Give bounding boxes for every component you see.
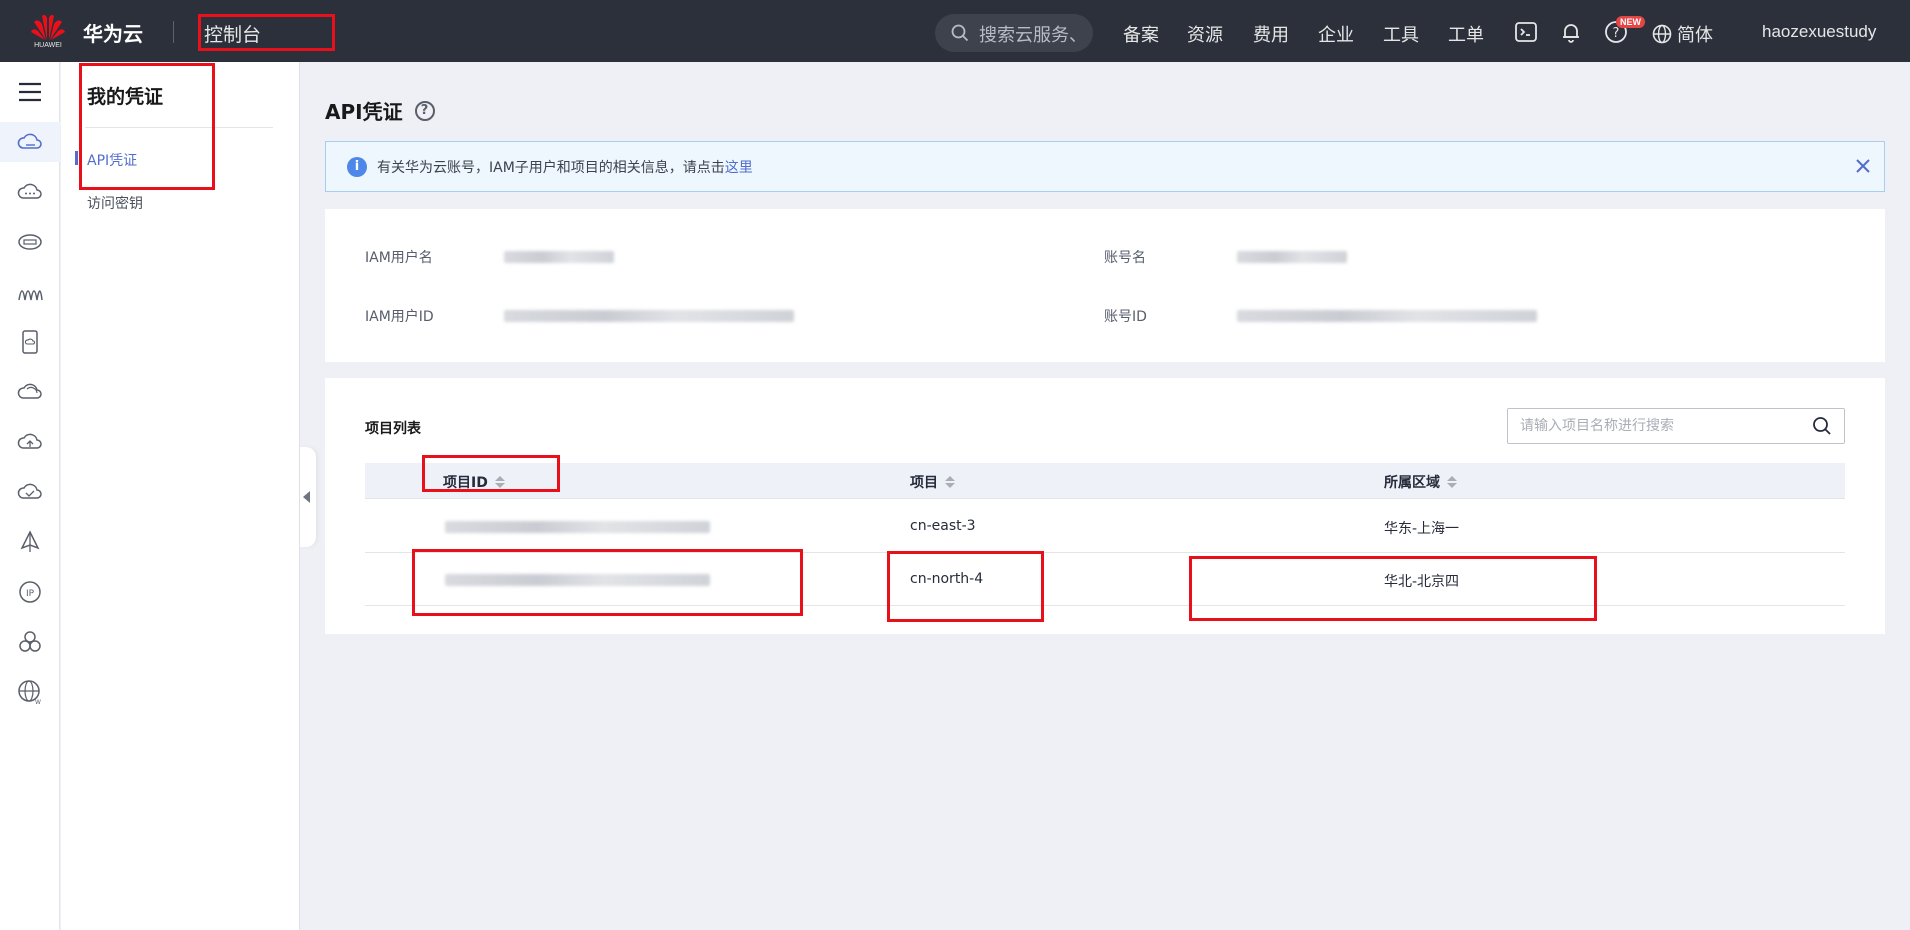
project-region: 华东-上海一	[1384, 521, 1460, 537]
global-search[interactable]: 搜索云服务、	[935, 14, 1093, 52]
search-icon	[951, 24, 969, 42]
cloud-refresh-icon	[17, 383, 42, 399]
globe-icon	[1652, 24, 1672, 44]
nav-tools[interactable]: 工具	[1383, 21, 1419, 47]
page-title: API凭证 ?	[325, 96, 435, 125]
rail-item-4[interactable]	[0, 272, 60, 312]
cloud-check-icon	[17, 483, 42, 499]
info-link[interactable]: 这里	[725, 160, 753, 176]
nav-filing[interactable]: 备案	[1123, 21, 1159, 47]
nav-billing[interactable]: 费用	[1253, 21, 1289, 47]
annotation-box-project-id-header	[422, 455, 560, 492]
iam-username-value-redacted	[504, 251, 614, 263]
project-list-title: 项目列表	[365, 421, 421, 437]
logo-wordmark: HUAWEI	[34, 42, 62, 49]
annotation-box-region	[1189, 556, 1597, 621]
dns-icon	[18, 234, 42, 250]
cloud-chat-icon	[17, 183, 42, 199]
info-icon: i	[347, 157, 367, 177]
cloud-drive-icon	[17, 133, 42, 149]
sort-icon[interactable]	[945, 475, 955, 489]
rail-item-11[interactable]	[0, 622, 60, 662]
user-menu[interactable]: haozexuestudy	[1762, 22, 1876, 42]
account-name-label: 账号名	[1104, 250, 1146, 266]
project-name: cn-east-3	[910, 518, 976, 534]
huawei-flower-icon	[31, 14, 65, 40]
info-banner: i 有关华为云账号，IAM子用户和项目的相关信息，请点击这里	[325, 141, 1885, 192]
language-switcher[interactable]: 简体	[1652, 21, 1713, 47]
rail-item-1[interactable]	[0, 122, 60, 162]
user-info-card: IAM用户名 账号名 IAM用户ID 账号ID	[325, 209, 1885, 362]
cluster-icon	[19, 631, 41, 652]
rail-item-3[interactable]	[0, 222, 60, 262]
huawei-logo[interactable]: HUAWEI	[30, 12, 66, 54]
annotation-box-credentials-nav	[79, 63, 215, 190]
brand-name[interactable]: 华为云	[83, 18, 143, 47]
project-search	[1507, 408, 1845, 444]
question-icon[interactable]: ?	[414, 100, 435, 121]
mobile-cloud-icon	[22, 330, 38, 354]
column-project-label: 项目	[910, 475, 938, 491]
rail-item-7[interactable]	[0, 422, 60, 462]
nav-enterprise[interactable]: 企业	[1318, 21, 1354, 47]
sidebar-collapse-handle[interactable]	[300, 447, 316, 547]
annotation-box-project-id	[412, 549, 803, 616]
info-banner-text: 有关华为云账号，IAM子用户和项目的相关信息，请点击这里	[377, 157, 753, 177]
ip-icon: IP	[19, 581, 41, 603]
menu-toggle[interactable]	[0, 72, 60, 112]
nav-tickets[interactable]: 工单	[1448, 21, 1484, 47]
sidebar-item-access-keys[interactable]: 访问密钥	[87, 193, 143, 213]
project-id-redacted	[445, 521, 710, 533]
column-region[interactable]: 所属区域	[1384, 472, 1457, 492]
iam-user-id-label: IAM用户ID	[365, 309, 434, 325]
column-region-label: 所属区域	[1384, 475, 1440, 491]
new-badge: NEW	[1616, 16, 1645, 28]
bell-icon[interactable]	[1559, 20, 1583, 44]
hamburger-icon	[19, 82, 41, 102]
terminal-icon[interactable]	[1514, 20, 1538, 44]
project-search-input[interactable]	[1508, 409, 1798, 443]
svg-text:IP: IP	[26, 589, 35, 599]
svg-text:?: ?	[1613, 26, 1620, 41]
cloud-upload-icon	[17, 433, 42, 449]
account-id-label: 账号ID	[1104, 309, 1147, 325]
search-icon[interactable]	[1812, 416, 1832, 436]
table-row: cn-east-3 华东-上海一	[365, 500, 1845, 553]
topbar-divider	[173, 21, 174, 43]
annotation-box-console	[198, 14, 335, 51]
sort-icon[interactable]	[1447, 475, 1457, 489]
globe-web-icon: W	[18, 680, 41, 705]
chevron-left-icon	[303, 491, 310, 503]
rail-item-10[interactable]: IP	[0, 572, 60, 612]
annotation-box-project-name	[887, 551, 1044, 622]
account-id-value-redacted	[1237, 310, 1537, 322]
column-project[interactable]: 项目	[910, 472, 955, 492]
table-header: 项目ID 项目 所属区域	[365, 463, 1845, 499]
account-name-value-redacted	[1237, 251, 1347, 263]
language-label: 简体	[1677, 25, 1713, 46]
iam-username-label: IAM用户名	[365, 250, 433, 266]
rail-item-12[interactable]: W	[0, 672, 60, 712]
global-search-placeholder: 搜索云服务、	[979, 25, 1087, 46]
page-title-text: API凭证	[325, 100, 403, 124]
nav-resources[interactable]: 资源	[1187, 21, 1223, 47]
info-message: 有关华为云账号，IAM子用户和项目的相关信息，请点击	[377, 160, 725, 176]
credentials-sidebar: 我的凭证 API凭证 访问密钥	[61, 62, 300, 930]
rail-item-6[interactable]	[0, 372, 60, 412]
service-rail: IP W	[0, 62, 60, 930]
svg-text:W: W	[35, 699, 41, 705]
iam-user-id-value-redacted	[504, 310, 794, 322]
rail-item-8[interactable]	[0, 472, 60, 512]
rail-item-9[interactable]	[0, 522, 60, 562]
rail-item-2[interactable]	[0, 172, 60, 212]
rail-item-5[interactable]	[0, 322, 60, 362]
sail-icon	[20, 530, 40, 552]
active-marker	[75, 151, 78, 165]
waveform-icon	[18, 290, 43, 301]
close-icon[interactable]	[1853, 156, 1873, 176]
